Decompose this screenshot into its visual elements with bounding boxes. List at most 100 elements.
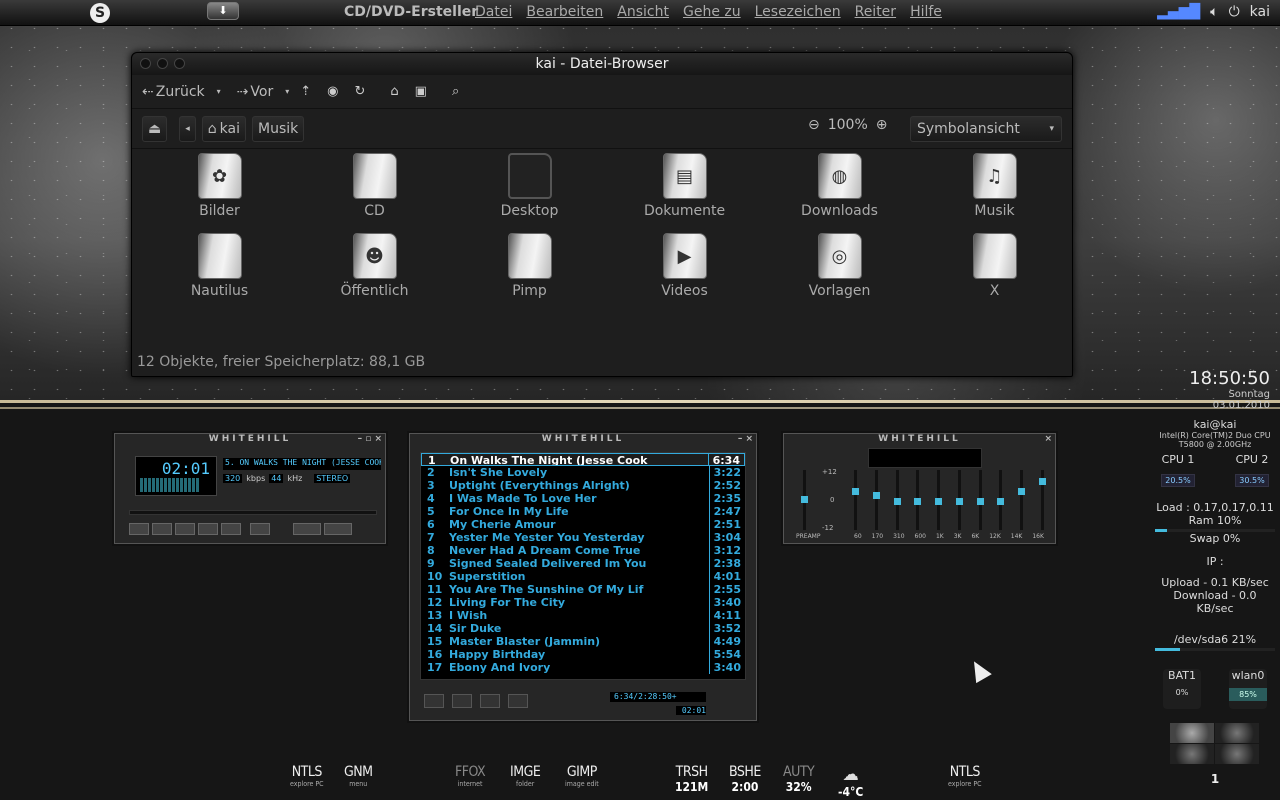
back-button[interactable]: ⇠ Zurück ▾	[142, 84, 221, 100]
spectrum-visualizer[interactable]	[140, 478, 200, 492]
file-item[interactable]: ☻ Öffentlich	[297, 233, 452, 303]
file-item[interactable]: ◎ Vorlagen	[762, 233, 917, 303]
playlist-row[interactable]: 9 Signed Sealed Delivered Im You 2:38	[421, 557, 745, 570]
dock-launcher-gnm[interactable]: GNM menu	[344, 764, 373, 788]
close-icon[interactable]: ×	[1044, 434, 1052, 444]
dock-launcher-ffox[interactable]: FFOX internet	[455, 764, 486, 788]
workspace-thumb[interactable]	[1215, 723, 1259, 743]
eq-band-slider[interactable]	[852, 470, 859, 530]
playlist-row[interactable]: 13 I Wish 4:11	[421, 609, 745, 622]
eq-band-slider[interactable]	[955, 470, 963, 530]
remove-button[interactable]	[452, 694, 472, 708]
dock-launcher-weather[interactable]: ☁ -4°C	[838, 764, 863, 799]
window-buttons-icon[interactable]: – ×	[738, 434, 753, 444]
volume-icon[interactable]: 🔈︎	[1210, 4, 1218, 20]
playlist-row[interactable]: 14 Sir Duke 3:52	[421, 622, 745, 635]
add-button[interactable]	[424, 694, 444, 708]
computer-icon[interactable]: ▣	[415, 84, 427, 99]
file-item[interactable]: ◍ Downloads	[762, 153, 917, 223]
eq-band-slider[interactable]	[997, 470, 1005, 530]
shuffle-button[interactable]	[293, 523, 321, 535]
window-buttons-icon[interactable]: – ▫ ×	[358, 434, 382, 444]
file-item[interactable]: X	[917, 233, 1072, 303]
preamp-slider[interactable]	[796, 470, 812, 530]
system-menu-logo-icon[interactable]: S	[90, 3, 110, 23]
home-icon[interactable]: ⌂	[390, 84, 398, 99]
update-button[interactable]: ⬇	[207, 2, 239, 20]
menu-bearbeiten[interactable]: Bearbeiten	[526, 4, 603, 20]
toggle-location-button[interactable]: ⏏	[142, 115, 168, 142]
power-icon[interactable]: ⏻	[1229, 4, 1240, 20]
misc-button[interactable]	[508, 694, 528, 708]
play-button[interactable]	[152, 523, 172, 535]
eq-band-slider[interactable]	[1038, 470, 1046, 530]
eq-band-slider[interactable]	[976, 470, 984, 530]
forward-button[interactable]: ⇢ Vor ▾	[237, 84, 290, 100]
playlist-row[interactable]: 3 Uptight (Everythings Alright) 2:52	[421, 479, 745, 492]
user-name[interactable]: kai	[1250, 4, 1270, 20]
file-item[interactable]: CD	[297, 153, 452, 223]
zoom-in-icon[interactable]: ⊕	[876, 117, 888, 133]
dock-launcher-ntls[interactable]: NTLS explore PC	[948, 764, 982, 788]
eq-band-slider[interactable]	[914, 470, 922, 530]
playlist-row[interactable]: 4 I Was Made To Love Her 2:35	[421, 492, 745, 505]
playlist-row[interactable]: 12 Living For The City 3:40	[421, 596, 745, 609]
dock-launcher-ntls[interactable]: NTLS explore PC	[290, 764, 324, 788]
file-item[interactable]: ✿ Bilder	[142, 153, 297, 223]
reload-icon[interactable]: ↻	[354, 84, 365, 99]
file-item[interactable]: ▶ Videos	[607, 233, 762, 303]
menu-datei[interactable]: Datei	[475, 4, 512, 20]
workspace-thumb[interactable]	[1170, 744, 1214, 764]
eject-button[interactable]	[250, 523, 270, 535]
file-item[interactable]: ▤ Dokumente	[607, 153, 762, 223]
select-button[interactable]	[480, 694, 500, 708]
menu-hilfe[interactable]: Hilfe	[910, 4, 942, 20]
zoom-level[interactable]: 100%	[828, 117, 868, 133]
file-item[interactable]: Pimp	[452, 233, 607, 303]
playlist-row[interactable]: 11 You Are The Sunshine Of My Lif 2:55	[421, 583, 745, 596]
maximize-button[interactable]	[174, 58, 185, 69]
file-item[interactable]: ♫ Musik	[917, 153, 1072, 223]
menu-lesezeichen[interactable]: Lesezeichen	[755, 4, 841, 20]
window-titlebar[interactable]: kai - Datei-Browser	[132, 53, 1072, 75]
minimize-button[interactable]	[157, 58, 168, 69]
zoom-out-icon[interactable]: ⊖	[808, 117, 820, 133]
network-signal-icon[interactable]: ▂▄▆█	[1157, 4, 1200, 20]
playlist-row[interactable]: 10 Superstition 4:01	[421, 570, 745, 583]
playlist-titlebar[interactable]: WHITEHILL – ×	[410, 434, 756, 448]
workspace-thumb[interactable]	[1170, 723, 1214, 743]
dock-launcher-trsh[interactable]: TRSH 121M	[675, 764, 708, 794]
close-button[interactable]	[140, 58, 151, 69]
path-button-kai[interactable]: ⌂ kai	[201, 115, 246, 142]
repeat-button[interactable]	[324, 523, 352, 535]
menu-ansicht[interactable]: Ansicht	[617, 4, 669, 20]
next-button[interactable]	[221, 523, 241, 535]
menu-gehe-zu[interactable]: Gehe zu	[683, 4, 741, 20]
playlist-row[interactable]: 17 Ebony And Ivory 3:40	[421, 661, 745, 674]
playlist-row[interactable]: 6 My Cherie Amour 2:51	[421, 518, 745, 531]
stop-icon[interactable]: ◉	[327, 84, 338, 99]
equalizer-titlebar[interactable]: WHITEHILL ×	[784, 434, 1055, 448]
playlist-row[interactable]: 5 For Once In My Life 2:47	[421, 505, 745, 518]
dock-launcher-imge[interactable]: IMGE folder	[510, 764, 541, 788]
view-mode-select[interactable]: Symbolansicht ▾	[910, 116, 1062, 142]
back-history-dropdown-icon[interactable]: ▾	[217, 87, 221, 96]
eq-band-slider[interactable]	[1018, 470, 1026, 530]
playlist-row[interactable]: 15 Master Blaster (Jammin) 4:49	[421, 635, 745, 648]
path-scroll-left-button[interactable]: ◂	[179, 115, 196, 142]
file-item[interactable]: Nautilus	[142, 233, 297, 303]
forward-history-dropdown-icon[interactable]: ▾	[285, 87, 289, 96]
path-button-musik[interactable]: Musik	[252, 115, 305, 142]
search-icon[interactable]: ⌕	[452, 84, 459, 99]
playlist-row[interactable]: 16 Happy Birthday 5:54	[421, 648, 745, 661]
stop-button[interactable]	[198, 523, 218, 535]
dock-launcher-gimp[interactable]: GIMP image edit	[565, 764, 599, 788]
up-icon[interactable]: ⇡	[300, 84, 311, 99]
file-item[interactable]: Desktop	[452, 153, 607, 223]
eq-band-slider[interactable]	[935, 470, 943, 530]
playlist-row[interactable]: 1 On Walks The Night (Jesse Cook 6:34	[421, 453, 745, 467]
playlist-row[interactable]: 7 Yester Me Yester You Yesterday 3:04	[421, 531, 745, 544]
eq-band-slider[interactable]	[893, 470, 901, 530]
playlist-row[interactable]: 8 Never Had A Dream Come True 3:12	[421, 544, 745, 557]
dock-launcher-bshe[interactable]: BSHE 2:00	[729, 764, 761, 794]
